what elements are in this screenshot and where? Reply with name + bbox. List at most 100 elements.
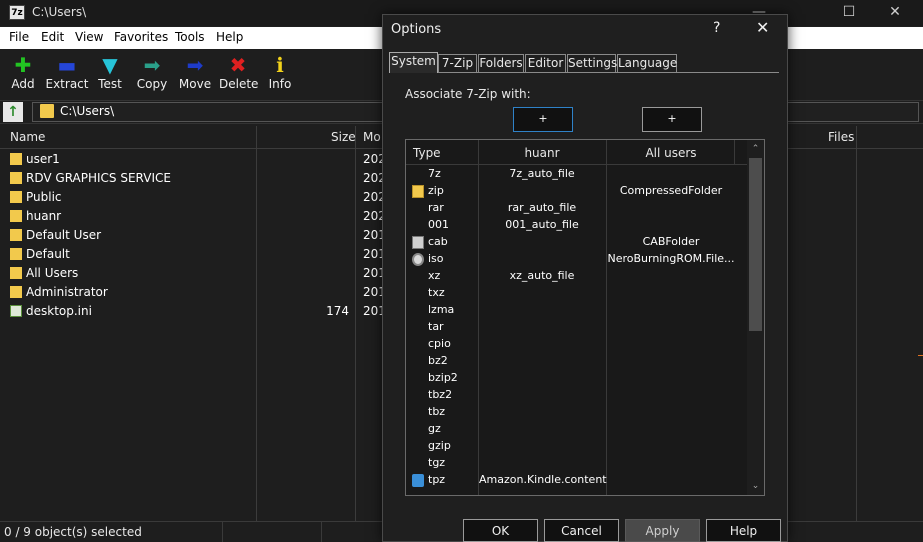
ok-button[interactable]: OK [463,519,538,542]
file-name[interactable]: All Users [26,266,78,280]
assoc-type[interactable]: lzma [428,303,454,316]
tab-language[interactable]: Language [617,54,677,72]
test-button[interactable]: ▼ Test [95,52,125,96]
assoc-type[interactable]: tar [428,320,444,333]
folder-icon [10,191,22,203]
add-button[interactable]: ✚ Add [6,52,40,96]
assoc-type[interactable]: txz [428,286,445,299]
assoc-all-users-value[interactable]: CompressedFolder [607,184,735,197]
folder-icon [10,210,22,222]
status-divider [321,522,322,542]
file-name[interactable]: Administrator [26,285,108,299]
list-header-user[interactable]: huanr [479,146,605,160]
menu-help[interactable]: Help [216,30,243,44]
apply-button[interactable]: Apply [625,519,700,542]
assoc-type[interactable]: zip [428,184,444,197]
test-label: Test [98,77,122,91]
file-name[interactable]: huanr [26,209,61,223]
ini-file-icon [10,305,22,317]
move-button[interactable]: ➡ Move [178,52,212,96]
list-header-all-users[interactable]: All users [607,146,735,160]
column-size[interactable]: Size [331,130,356,144]
menu-file[interactable]: File [9,30,29,44]
folder-icon [10,153,22,165]
assoc-all-users-value[interactable]: CABFolder [607,235,735,248]
assoc-user-value[interactable]: 7z_auto_file [479,167,605,180]
assoc-type[interactable]: gz [428,422,441,435]
assoc-user-value[interactable]: xz_auto_file [479,269,605,282]
menu-edit[interactable]: Edit [41,30,64,44]
scroll-thumb[interactable] [749,158,762,331]
extract-button[interactable]: ▬ Extract [45,52,89,96]
marker-line [918,355,923,356]
help-button[interactable]: Help [706,519,781,542]
tab-7zip[interactable]: 7-Zip [438,54,477,72]
delete-icon: ✖ [229,53,247,77]
column-files[interactable]: Files [828,130,854,144]
column-name[interactable]: Name [10,130,45,144]
tab-system[interactable]: System [389,52,438,73]
assoc-type[interactable]: tbz2 [428,388,452,401]
list-column-divider [478,140,479,495]
assoc-user-value[interactable]: Amazon.Kindle.content [479,473,607,486]
delete-button[interactable]: ✖ Delete [219,52,259,96]
delete-label: Delete [219,77,259,91]
maximize-button[interactable]: ☐ [826,0,872,26]
file-name[interactable]: RDV GRAPHICS SERVICE [26,171,171,185]
menu-view[interactable]: View [75,30,103,44]
scroll-down-arrow[interactable]: ⌄ [749,479,762,493]
column-divider [355,126,356,521]
tab-settings[interactable]: Settings [567,54,617,72]
assoc-type[interactable]: rar [428,201,444,214]
folder-icon [40,104,54,118]
assoc-type[interactable]: tbz [428,405,445,418]
add-icon: ✚ [14,53,32,77]
file-name[interactable]: Public [26,190,62,204]
file-name[interactable]: user1 [26,152,60,166]
file-name[interactable]: Default [26,247,70,261]
close-button[interactable]: ✕ [872,0,918,26]
column-modified[interactable]: Mo [363,130,381,144]
assoc-user-value[interactable]: 001_auto_file [479,218,605,231]
assoc-type[interactable]: 7z [428,167,441,180]
copy-label: Copy [136,77,168,91]
tab-folders[interactable]: Folders [478,54,524,72]
dialog-close-button[interactable]: ✕ [756,18,769,37]
assoc-type[interactable]: cpio [428,337,451,350]
7zip-app-icon: 7z [9,5,25,20]
assoc-user-value[interactable]: rar_auto_file [479,201,605,214]
up-folder-button[interactable]: ↑ [3,102,23,122]
copy-button[interactable]: ➡ Copy [135,52,169,96]
assoc-type[interactable]: tgz [428,456,445,469]
move-label: Move [178,77,212,91]
tab-editor[interactable]: Editor [525,54,566,72]
assoc-type[interactable]: bz2 [428,354,448,367]
assoc-type[interactable]: 001 [428,218,449,231]
file-name[interactable]: Default User [26,228,101,242]
folder-icon [10,267,22,279]
list-header-type[interactable]: Type [413,146,441,160]
info-button[interactable]: ℹ Info [266,52,294,96]
cancel-button[interactable]: Cancel [544,519,619,542]
folder-icon [10,172,22,184]
scroll-up-arrow[interactable]: ⌃ [749,142,762,156]
assoc-type[interactable]: gzip [428,439,451,452]
list-header-divider [406,164,747,165]
assoc-type[interactable]: bzip2 [428,371,458,384]
assoc-type[interactable]: tpz [428,473,445,486]
associate-all-users-button[interactable]: + [642,107,702,132]
file-size: 174 [326,304,349,318]
dialog-help-button[interactable]: ? [713,20,720,36]
assoc-type[interactable]: iso [428,252,444,265]
copy-icon: ➡ [143,53,161,77]
file-name[interactable]: desktop.ini [26,304,92,318]
assoc-type[interactable]: xz [428,269,440,282]
menu-favorites[interactable]: Favorites [114,30,168,44]
kindle-book-icon [412,474,424,487]
folder-icon [10,286,22,298]
assoc-all-users-value[interactable]: NeroBurningROM.File... [607,252,735,265]
associate-user-button[interactable]: + [513,107,573,132]
menu-tools[interactable]: Tools [175,30,205,44]
assoc-type[interactable]: cab [428,235,448,248]
address-path[interactable]: C:\Users\ [60,104,114,118]
